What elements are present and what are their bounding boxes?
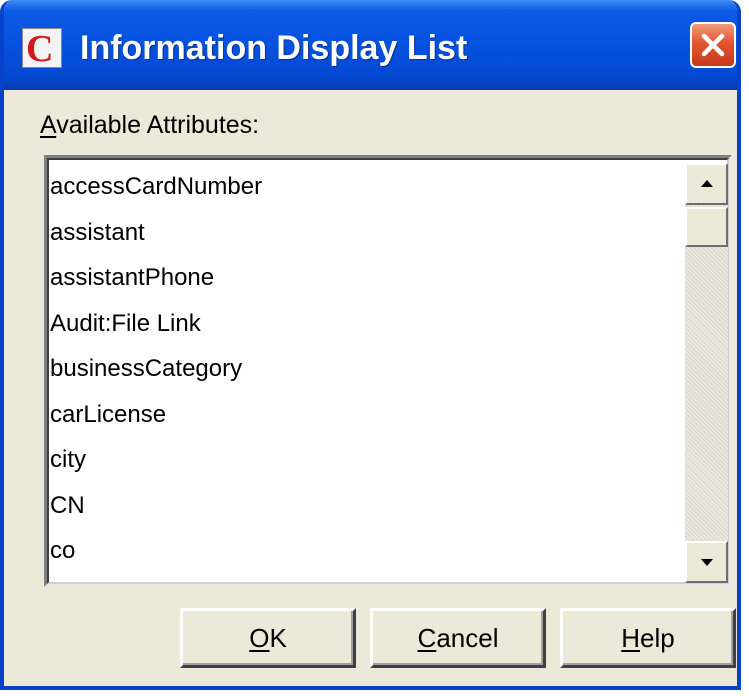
list-item[interactable]: carLicense — [50, 392, 680, 438]
help-button[interactable]: Help — [560, 608, 736, 668]
dialog-window: C Information Display List Available Att… — [0, 0, 741, 690]
close-button[interactable] — [690, 22, 736, 68]
cancel-button-label: Cancel — [418, 623, 499, 653]
list-item[interactable]: businessCategory — [50, 346, 680, 392]
list-item[interactable]: accessCardNumber — [50, 164, 680, 210]
available-attributes-label-rest: vailable Attributes: — [56, 111, 260, 139]
list-item[interactable]: city — [50, 437, 680, 483]
button-label-rest: elp — [640, 623, 675, 653]
window-title: Information Display List — [80, 29, 468, 67]
ok-button-label: OK — [249, 623, 287, 653]
mnemonic-char: A — [40, 111, 57, 139]
list-item[interactable]: Audit:File Link — [50, 301, 680, 347]
mnemonic-char: O — [249, 623, 270, 653]
list-item[interactable]: assistant — [50, 210, 680, 256]
vertical-scrollbar[interactable] — [685, 163, 728, 583]
mnemonic-char: C — [417, 623, 437, 653]
arrow-up-icon — [701, 180, 713, 187]
ok-button[interactable]: OK — [180, 608, 356, 668]
list-item[interactable]: assistantPhone — [50, 255, 680, 301]
button-label-rest: ancel — [436, 623, 499, 653]
mnemonic-char: H — [621, 623, 641, 653]
app-c-icon: C — [22, 28, 62, 70]
available-attributes-label: Available Attributes: — [40, 110, 259, 140]
close-x-icon — [701, 33, 725, 57]
scroll-thumb[interactable] — [685, 207, 728, 247]
scroll-up-button[interactable] — [685, 163, 728, 205]
scroll-down-button[interactable] — [685, 541, 728, 583]
app-icon-letter: C — [26, 28, 54, 70]
attributes-listbox[interactable]: accessCardNumber assistant assistantPhon… — [44, 155, 732, 587]
arrow-down-icon — [701, 559, 713, 566]
list-item[interactable]: CN — [50, 483, 680, 529]
help-button-label: Help — [621, 623, 674, 653]
cancel-button[interactable]: Cancel — [370, 608, 546, 668]
attributes-list[interactable]: accessCardNumber assistant assistantPhon… — [50, 164, 680, 574]
list-item[interactable]: co — [50, 528, 680, 574]
button-label-rest: K — [269, 623, 287, 653]
title-bar[interactable]: C Information Display List — [4, 0, 737, 90]
